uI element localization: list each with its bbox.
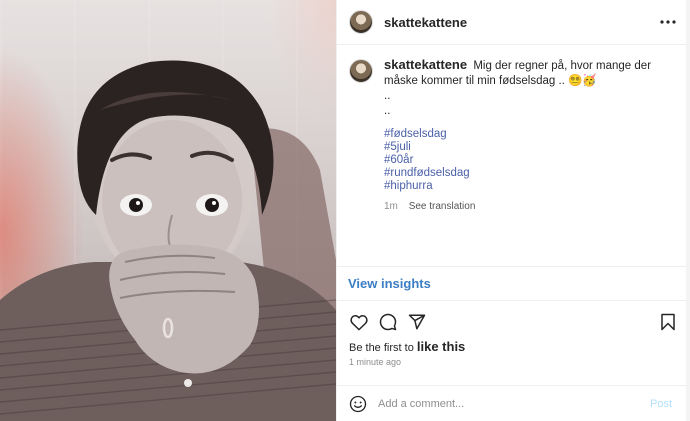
more-options-icon: [660, 20, 676, 24]
post-timestamp[interactable]: 1 minute ago: [349, 357, 678, 367]
person-photo-illustration: [0, 60, 336, 421]
heart-icon: [350, 314, 368, 330]
emoji-icon: [349, 395, 367, 412]
action-icons-row: [349, 311, 678, 333]
hashtag-link[interactable]: #60år: [384, 154, 678, 167]
comment-button[interactable]: [378, 312, 398, 332]
insights-bar: View insights: [337, 266, 690, 300]
more-options-button[interactable]: [658, 12, 678, 32]
comment-icon: [379, 313, 397, 331]
instagram-post: skattekattene skattekattene Mig der regn…: [0, 0, 690, 421]
like-this-link[interactable]: like this: [417, 339, 465, 354]
hashtag-link[interactable]: #5juli: [384, 141, 678, 154]
caption-body: skattekattene Mig der regner på, hvor ma…: [384, 57, 678, 214]
save-button[interactable]: [658, 312, 678, 332]
scrollbar-track[interactable]: [686, 0, 690, 421]
actions-section: Be the first to like this 1 minute ago: [337, 300, 690, 385]
hashtag-link[interactable]: #hiphurra: [384, 180, 678, 193]
caption-username[interactable]: skattekattene: [384, 57, 467, 72]
see-translation-link[interactable]: See translation: [409, 201, 476, 212]
share-button[interactable]: [407, 312, 427, 332]
comment-input[interactable]: [378, 397, 650, 410]
like-button[interactable]: [349, 312, 369, 332]
emoji-button[interactable]: [348, 394, 368, 414]
caption-extra-line: ..: [384, 90, 391, 102]
caption-extra-line: ..: [384, 105, 391, 117]
caption-avatar[interactable]: [349, 59, 373, 83]
view-insights-link[interactable]: View insights: [348, 276, 431, 291]
hashtag-link[interactable]: #fødselsdag: [384, 128, 678, 141]
header-username[interactable]: skattekattene: [384, 15, 467, 30]
post-comment-button[interactable]: Post: [650, 398, 672, 410]
caption-meta: 1m See translation: [384, 199, 678, 214]
bookmark-icon: [661, 313, 675, 331]
caption-age: 1m: [384, 201, 398, 212]
likes-prefix: Be the first to: [349, 342, 414, 354]
post-header: skattekattene: [337, 0, 690, 45]
caption-section: skattekattene Mig der regner på, hvor ma…: [337, 45, 690, 266]
likes-line: Be the first to like this: [349, 339, 678, 354]
comment-bar: Post: [337, 385, 690, 421]
caption-row: skattekattene Mig der regner på, hvor ma…: [349, 57, 678, 214]
hashtag-list: #fødselsdag #5juli #60år #rundfødselsdag…: [384, 128, 678, 193]
post-photo[interactable]: [0, 0, 336, 421]
hashtag-link[interactable]: #rundfødselsdag: [384, 167, 678, 180]
avatar[interactable]: [349, 10, 373, 34]
send-icon: [408, 314, 426, 330]
post-side-panel: skattekattene skattekattene Mig der regn…: [336, 0, 690, 421]
